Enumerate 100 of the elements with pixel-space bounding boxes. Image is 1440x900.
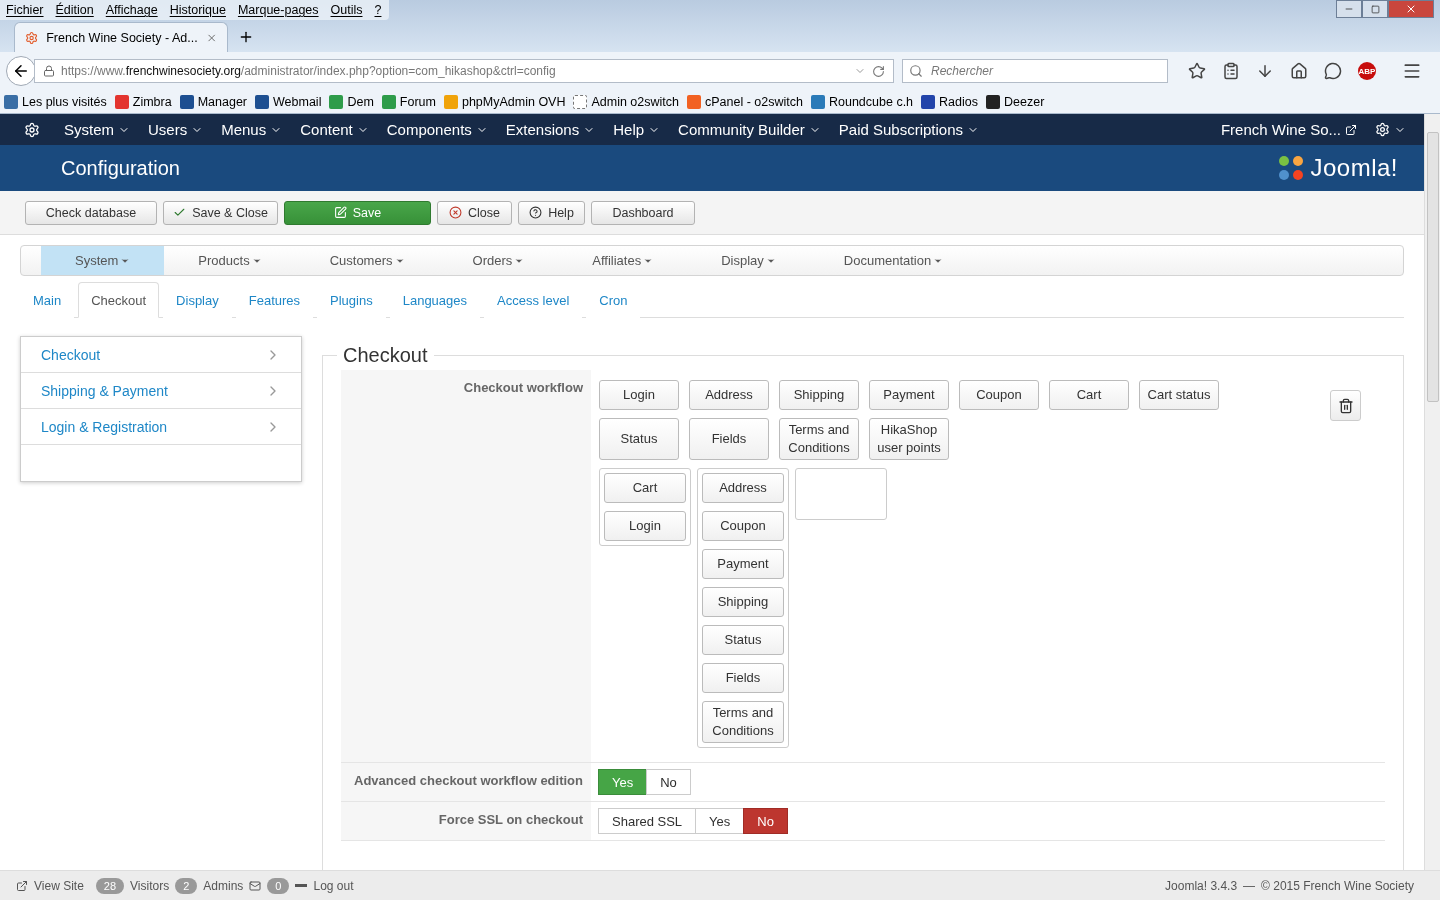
nav-menu-item[interactable]: Help: [613, 121, 661, 138]
toolbar-button[interactable]: Save & Close: [163, 200, 278, 225]
search-field[interactable]: Rechercher: [902, 59, 1168, 83]
submenu-item[interactable]: Orders: [438, 246, 559, 275]
submenu-item[interactable]: Affiliates: [558, 246, 688, 275]
reload-icon[interactable]: [872, 64, 885, 78]
bookmark-item[interactable]: Roundcube c.h: [811, 94, 914, 109]
workflow-block[interactable]: Shipping: [702, 587, 784, 617]
external-link-icon: [16, 879, 28, 892]
toolbar-button[interactable]: Close: [437, 200, 512, 225]
toolbar-button[interactable]: Dashboard: [591, 200, 695, 225]
workflow-block[interactable]: Cart: [1049, 380, 1129, 410]
workflow-block[interactable]: HikaShop user points: [869, 418, 949, 460]
toggle-option[interactable]: Shared SSL: [598, 808, 697, 834]
submenu-item[interactable]: Display: [687, 246, 810, 275]
back-button[interactable]: [6, 56, 36, 86]
bookmark-item[interactable]: Radios: [921, 94, 978, 109]
field-label: Force SSL on checkout: [341, 802, 591, 840]
nav-menu-item[interactable]: System: [64, 121, 130, 138]
toggle-option[interactable]: No: [646, 769, 691, 795]
help-icon: [529, 206, 543, 219]
workflow-block[interactable]: Terms and Conditions: [779, 418, 859, 460]
bookmark-item[interactable]: Webmail: [255, 94, 322, 109]
menu-item[interactable]: Fichier: [6, 3, 44, 17]
download-icon[interactable]: [1256, 62, 1274, 80]
menu-item[interactable]: Historique: [169, 3, 226, 17]
workflow-block[interactable]: Login: [599, 380, 679, 410]
workflow-block[interactable]: Shipping: [779, 380, 859, 410]
menu-item[interactable]: Marque-pages: [237, 3, 319, 17]
workflow-block[interactable]: Payment: [869, 380, 949, 410]
submenu-item[interactable]: Products: [164, 246, 296, 275]
bookmark-star-icon[interactable]: [1188, 62, 1206, 80]
submenu-item[interactable]: Customers: [295, 246, 439, 275]
adblock-button[interactable]: ABP: [1358, 62, 1376, 80]
sidebar-item[interactable]: Login & Registration: [21, 409, 301, 445]
workflow-block[interactable]: Address: [689, 380, 769, 410]
address-field[interactable]: https://www.frenchwinesociety.org/administrator/index.php?option=com_hikashop&ctrl=config: [34, 59, 894, 83]
field-label: Advanced checkout workflow edition: [341, 763, 591, 801]
scrollbar[interactable]: [1424, 114, 1440, 870]
bookmark-favicon-icon: [443, 94, 458, 109]
minimize-button[interactable]: [1336, 0, 1362, 18]
home-icon[interactable]: [1290, 62, 1308, 80]
new-tab-icon[interactable]: [238, 29, 254, 45]
toolbar-button[interactable]: Help: [518, 200, 585, 225]
bookmark-item[interactable]: Les plus visités: [4, 94, 107, 109]
bookmark-item[interactable]: Manager: [179, 94, 247, 109]
restore-button[interactable]: [1362, 0, 1388, 18]
bookmark-item[interactable]: Forum: [381, 94, 436, 109]
browser-tab[interactable]: French Wine Society - Ad...: [14, 22, 228, 52]
view-site-link[interactable]: View Site: [34, 878, 84, 893]
nav-menu-item[interactable]: Content: [300, 121, 369, 138]
nav-menu-item[interactable]: Extensions: [505, 121, 596, 138]
submenu-item[interactable]: Documentation: [809, 246, 978, 275]
site-link[interactable]: French Wine So...: [1220, 121, 1357, 138]
nav-menu-item[interactable]: Users: [148, 121, 204, 138]
bookmark-item[interactable]: Admin o2switch: [573, 94, 679, 109]
bookmark-item[interactable]: Deezer: [986, 94, 1045, 109]
nav-menu-item[interactable]: Menus: [221, 121, 283, 138]
toolbar-button[interactable]: Save: [284, 200, 431, 225]
bookmark-item[interactable]: Zimbra: [114, 94, 172, 109]
menu-item[interactable]: Outils: [330, 3, 363, 17]
workflow-block[interactable]: Login: [604, 511, 686, 541]
nav-menu-item[interactable]: Community Builder: [678, 121, 821, 138]
workflow-block[interactable]: Payment: [702, 549, 784, 579]
tab[interactable]: Checkout: [78, 282, 160, 318]
bookmark-favicon-icon: [986, 94, 1000, 109]
workflow-block[interactable]: Coupon: [959, 380, 1039, 410]
logout-link[interactable]: Log out: [313, 878, 354, 893]
nav-menu-item[interactable]: Paid Subscriptions: [838, 121, 979, 138]
toggle-option[interactable]: Yes: [695, 808, 745, 834]
toggle-option[interactable]: No: [743, 808, 788, 834]
close-icon: [1405, 3, 1417, 15]
chat-icon[interactable]: [1324, 62, 1342, 80]
toolbar-button[interactable]: Check database: [25, 200, 157, 225]
bookmark-favicon-icon: [381, 94, 396, 109]
workflow-block[interactable]: Cart status: [1139, 380, 1219, 410]
workflow-block[interactable]: Address: [702, 473, 784, 503]
settings-menu[interactable]: [1375, 122, 1406, 137]
clipboard-icon[interactable]: [1222, 62, 1240, 80]
trash-button[interactable]: [1330, 390, 1361, 421]
sidebar-item[interactable]: Shipping & Payment: [21, 373, 301, 409]
menu-item[interactable]: Édition: [55, 3, 94, 17]
bookmark-item[interactable]: cPanel - o2switch: [687, 94, 803, 109]
bookmark-item[interactable]: Dem: [329, 94, 374, 109]
workflow-block[interactable]: Fields: [702, 663, 784, 693]
workflow-block[interactable]: Terms and Conditions: [702, 701, 784, 743]
search-input[interactable]: Rechercher: [929, 63, 1161, 79]
workflow-block[interactable]: Fields: [689, 418, 769, 460]
gear-icon: [1375, 122, 1390, 137]
submenu-item[interactable]: System: [41, 246, 165, 275]
workflow-block[interactable]: Cart: [604, 473, 686, 503]
bookmark-item[interactable]: phpMyAdmin OVH: [443, 94, 566, 109]
sidebar-item[interactable]: Checkout: [21, 337, 301, 373]
workflow-block[interactable]: Status: [702, 625, 784, 655]
menu-item[interactable]: ?: [374, 3, 382, 17]
menu-icon[interactable]: [1402, 61, 1422, 81]
nav-menu-item[interactable]: Components: [386, 121, 488, 138]
menu-item[interactable]: Affichage: [105, 3, 158, 17]
workflow-block[interactable]: Coupon: [702, 511, 784, 541]
workflow-block[interactable]: Status: [599, 418, 679, 460]
